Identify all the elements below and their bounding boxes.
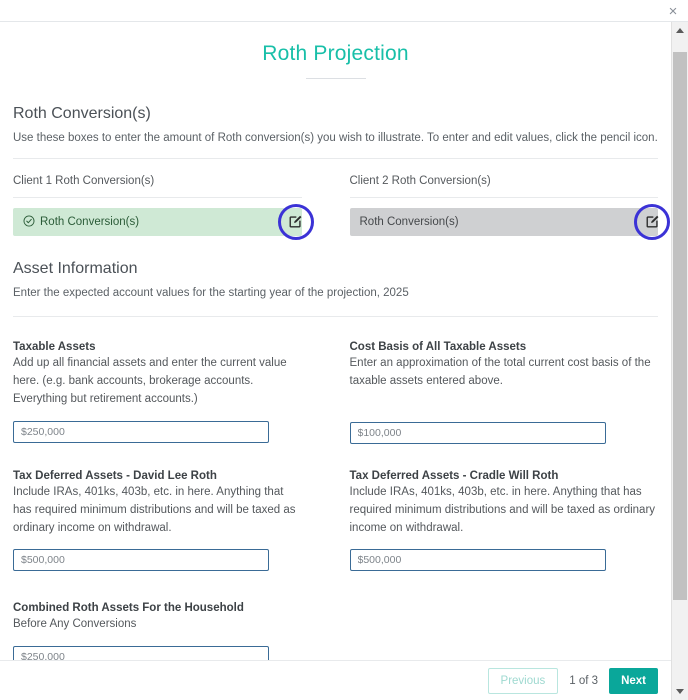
- client1-conversion-group: Client 1 Roth Conversion(s) Roth Convers…: [13, 174, 336, 240]
- next-button[interactable]: Next: [609, 667, 658, 694]
- field-combined-roth-assets: Combined Roth Assets For the Household B…: [13, 602, 336, 660]
- assets-row-3-spacer: [336, 602, 659, 660]
- check-circle-icon: [23, 215, 35, 229]
- client1-conversion-label: Client 1 Roth Conversion(s): [13, 174, 155, 187]
- combined-roth-assets-input[interactable]: [13, 646, 269, 660]
- page-title: Roth Projection: [262, 42, 409, 65]
- field-label: Cost Basis of All Taxable Assets: [349, 341, 527, 354]
- field-description: Include IRAs, 401ks, 403b, etc. in here.…: [349, 485, 656, 534]
- section-description-conversions: Use these boxes to enter the amount of R…: [13, 132, 658, 144]
- section-divider-assets: [13, 316, 658, 318]
- section-divider-conversions: [13, 157, 658, 159]
- client2-conversion-group: Client 2 Roth Conversion(s) Roth Convers…: [336, 174, 670, 240]
- client1-divider: [13, 196, 302, 198]
- modal-footer: Previous 1 of 3 Next: [0, 661, 671, 700]
- scrollbar-thumb[interactable]: [673, 52, 687, 600]
- client2-edit-pencil-icon[interactable]: [634, 203, 670, 240]
- modal-titlebar: ×: [0, 0, 688, 22]
- field-label: Combined Roth Assets For the Household: [13, 602, 244, 615]
- client2-conversion-box[interactable]: Roth Conversion(s): [349, 207, 658, 236]
- section-description-assets: Enter the expected account values for th…: [13, 286, 409, 299]
- field-label: Tax Deferred Assets - David Lee Roth: [13, 469, 217, 482]
- assets-row-2: Tax Deferred Assets - David Lee Roth Inc…: [13, 469, 659, 572]
- assets-row-3: Combined Roth Assets For the Household B…: [13, 602, 658, 660]
- client2-conversion-box-label: Roth Conversion(s): [359, 215, 459, 228]
- modal-body: Roth Projection Roth Conversion(s) Use t…: [0, 22, 671, 660]
- scroll-down-arrow-icon[interactable]: [672, 683, 688, 700]
- roth-projection-modal: × Roth Projection Roth Conversion(s) Use…: [0, 0, 688, 700]
- vertical-scrollbar[interactable]: [671, 22, 688, 700]
- client1-conversion-box[interactable]: Roth Conversion(s): [13, 207, 302, 236]
- taxable-assets-input[interactable]: [13, 420, 269, 443]
- assets-row-1: Taxable Assets Add up all financial asse…: [13, 341, 658, 444]
- scroll-up-arrow-icon[interactable]: [672, 22, 688, 39]
- previous-button[interactable]: Previous: [487, 667, 559, 694]
- field-tax-deferred-client2: Tax Deferred Assets - Cradle Will Roth I…: [336, 469, 659, 572]
- client1-conversion-box-label: Roth Conversion(s): [40, 215, 140, 228]
- field-description: Enter an approximation of the total curr…: [349, 357, 651, 388]
- conversions-columns: Client 1 Roth Conversion(s) Roth Convers…: [13, 174, 670, 240]
- cost-basis-input[interactable]: [349, 421, 606, 444]
- section-heading-conversions: Roth Conversion(s): [13, 105, 151, 122]
- field-description: Before Any Conversions: [13, 618, 137, 631]
- client2-conversion-row: Roth Conversion(s): [349, 203, 670, 240]
- field-taxable-assets: Taxable Assets Add up all financial asse…: [13, 341, 336, 444]
- client1-edit-pencil-icon[interactable]: [277, 203, 314, 240]
- field-cost-basis: Cost Basis of All Taxable Assets Enter a…: [336, 341, 659, 444]
- field-description: Include IRAs, 401ks, 403b, etc. in here.…: [13, 485, 296, 534]
- field-label: Tax Deferred Assets - Cradle Will Roth: [349, 469, 559, 482]
- client2-divider: [349, 196, 658, 198]
- title-divider: [305, 78, 366, 79]
- page-indicator: 1 of 3: [569, 674, 599, 687]
- client1-conversion-row: Roth Conversion(s): [13, 203, 314, 240]
- section-heading-assets: Asset Information: [13, 259, 138, 277]
- field-description: Add up all financial assets and enter th…: [13, 357, 287, 405]
- field-label: Taxable Assets: [13, 341, 96, 354]
- client2-conversion-label: Client 2 Roth Conversion(s): [349, 174, 491, 187]
- tax-deferred-client1-input[interactable]: [13, 549, 269, 572]
- tax-deferred-client2-input[interactable]: [349, 549, 606, 572]
- field-tax-deferred-client1: Tax Deferred Assets - David Lee Roth Inc…: [13, 469, 336, 572]
- close-icon[interactable]: ×: [664, 3, 682, 21]
